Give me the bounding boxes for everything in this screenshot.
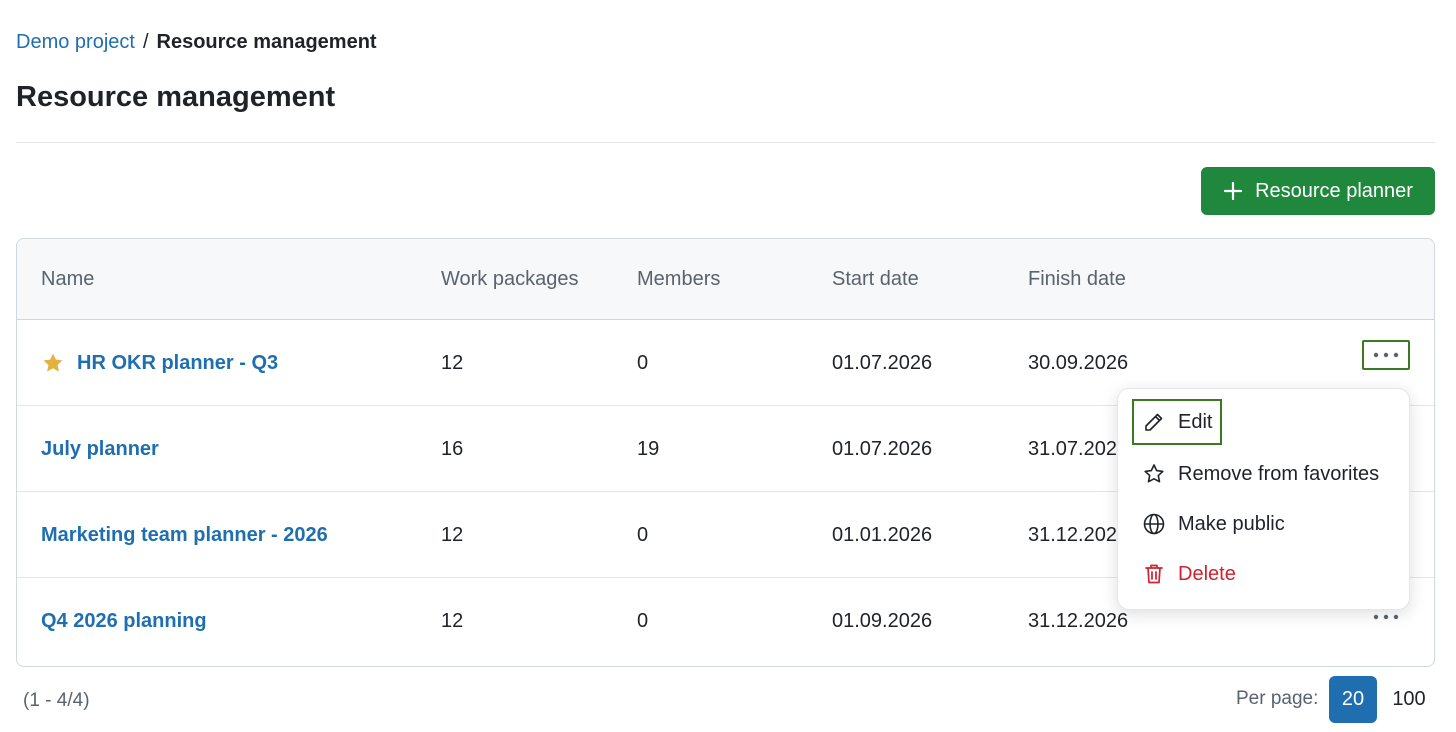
- finish-date: 30.09.2026: [1028, 352, 1129, 374]
- more-horizontal-icon: [1373, 352, 1399, 358]
- column-header-work-packages[interactable]: Work packages: [441, 239, 578, 320]
- breadcrumb: Demo project / Resource management: [16, 29, 377, 55]
- planner-name-link[interactable]: July planner: [41, 406, 159, 492]
- breadcrumb-project-link[interactable]: Demo project: [16, 29, 135, 55]
- table-header: Name Work packages Members Start date Fi…: [17, 239, 1434, 320]
- column-header-finish-date[interactable]: Finish date: [1028, 239, 1126, 320]
- star-outline-icon: [1144, 464, 1164, 483]
- members-count: 19: [637, 438, 660, 460]
- planner-name: HR OKR planner - Q3: [77, 351, 279, 374]
- more-horizontal-icon: [1373, 614, 1399, 620]
- add-resource-planner-button[interactable]: Resource planner: [1201, 167, 1435, 215]
- menu-item-label: Remove from favorites: [1178, 462, 1380, 485]
- finish-date: 31.12.2026: [1028, 524, 1129, 546]
- pencil-icon: [1145, 413, 1163, 431]
- finish-date: 31.12.2026: [1028, 610, 1129, 632]
- add-resource-planner-label: Resource planner: [1255, 179, 1413, 202]
- work-packages-count: 12: [441, 352, 464, 374]
- page-title: Resource management: [16, 81, 336, 113]
- finish-date: 31.07.2026: [1028, 438, 1129, 460]
- row-actions-button[interactable]: [1362, 340, 1410, 370]
- members-count: 0: [637, 524, 649, 546]
- pagination-count: (1 - 4/4): [23, 690, 90, 711]
- work-packages-count: 12: [441, 524, 464, 546]
- menu-item-remove-favorite[interactable]: Remove from favorites: [1132, 451, 1389, 497]
- menu-item-edit[interactable]: Edit: [1132, 399, 1223, 445]
- favorite-star-icon[interactable]: [41, 351, 65, 375]
- header-divider: [16, 142, 1435, 143]
- column-header-start-date[interactable]: Start date: [832, 239, 919, 320]
- menu-item-label: Edit: [1178, 410, 1213, 433]
- start-date: 01.07.2026: [832, 352, 933, 374]
- work-packages-count: 12: [441, 610, 464, 632]
- planner-name-link[interactable]: Marketing team planner - 2026: [41, 492, 328, 578]
- start-date: 01.09.2026: [832, 610, 933, 632]
- per-page-option-20[interactable]: 20: [1329, 676, 1377, 723]
- work-packages-count: 16: [441, 438, 464, 460]
- start-date: 01.01.2026: [832, 524, 933, 546]
- per-page-option-100[interactable]: 100: [1386, 676, 1432, 723]
- breadcrumb-current: Resource management: [156, 31, 377, 53]
- start-date: 01.07.2026: [832, 438, 933, 460]
- menu-item-label: Delete: [1178, 562, 1236, 585]
- breadcrumb-separator: /: [142, 31, 149, 53]
- trash-icon: [1145, 564, 1163, 584]
- members-count: 0: [637, 352, 649, 374]
- menu-item-make-public[interactable]: Make public: [1132, 501, 1295, 547]
- menu-item-delete[interactable]: Delete: [1132, 551, 1246, 597]
- planner-name-link[interactable]: HR OKR planner - Q3: [41, 320, 278, 406]
- planner-name: Marketing team planner - 2026: [41, 523, 328, 546]
- row-actions-menu: Edit Remove from favorites Make public D…: [1117, 388, 1410, 610]
- column-header-members[interactable]: Members: [637, 239, 720, 320]
- column-header-name[interactable]: Name: [41, 239, 94, 320]
- globe-icon: [1143, 513, 1165, 535]
- members-count: 0: [637, 610, 649, 632]
- plus-icon: [1223, 181, 1243, 201]
- menu-item-label: Make public: [1178, 512, 1285, 535]
- planner-name: Q4 2026 planning: [41, 609, 207, 632]
- per-page-label: Per page:: [1236, 688, 1319, 709]
- planner-name: July planner: [41, 437, 159, 460]
- planner-name-link[interactable]: Q4 2026 planning: [41, 578, 207, 664]
